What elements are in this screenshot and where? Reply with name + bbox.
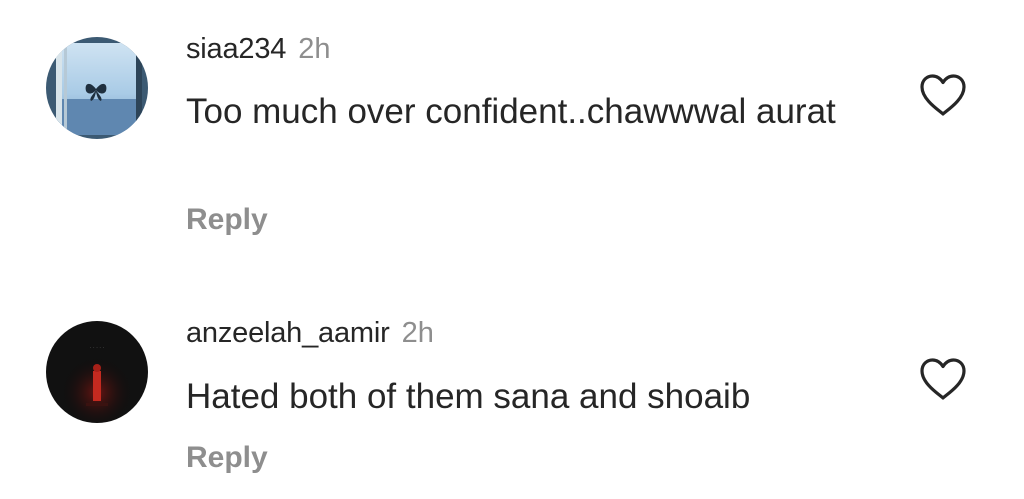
username[interactable]: anzeelah_aamir (186, 317, 390, 349)
heart-outline-icon (918, 73, 968, 117)
like-button[interactable] (918, 357, 968, 401)
comment-text: Too much over confident..chawwwal aurat (186, 92, 836, 131)
comment-meta: anzeelah_aamir 2h (186, 317, 434, 350)
svg-text:· · · · ·: · · · · · (90, 345, 105, 351)
reply-button[interactable]: Reply (186, 441, 268, 475)
comment-text: Hated both of them sana and shoaib (186, 377, 751, 416)
butterfly-window-avatar-image (46, 37, 148, 139)
timestamp: 2h (401, 317, 434, 349)
like-button[interactable] (918, 73, 968, 117)
heart-outline-icon (918, 357, 968, 401)
timestamp: 2h (298, 33, 331, 65)
username[interactable]: siaa234 (186, 33, 286, 65)
dark-figure-avatar-image: · · · · · (46, 321, 148, 423)
reply-button[interactable]: Reply (186, 203, 268, 237)
avatar[interactable] (46, 37, 148, 139)
comment-meta: siaa234 2h (186, 33, 330, 66)
avatar[interactable]: · · · · · (46, 321, 148, 423)
